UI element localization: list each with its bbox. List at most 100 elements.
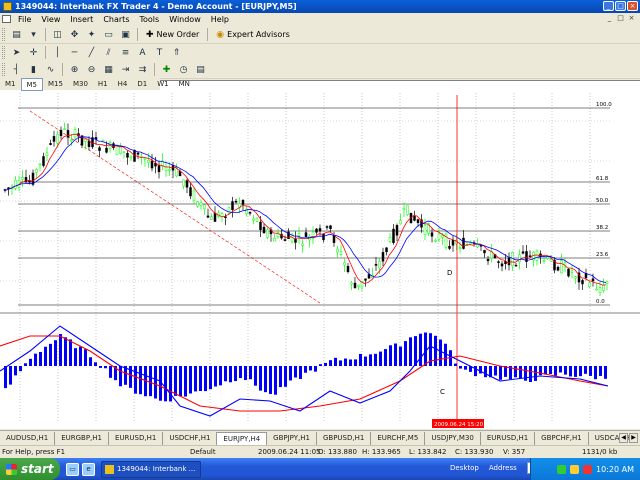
taskbar: start ▭ e 1349044: Interbank ... Desktop… xyxy=(0,458,640,480)
close-button[interactable]: × xyxy=(627,1,638,11)
arrows-icon[interactable]: ⇑ xyxy=(169,46,184,60)
bar-chart-icon[interactable]: ┤ xyxy=(9,63,24,77)
quick-launch-browser-icon[interactable]: e xyxy=(82,462,95,476)
candlestick-icon[interactable]: ▮ xyxy=(26,63,41,77)
channel-icon[interactable]: ⫽ xyxy=(101,46,116,60)
tab-usdjpy-m30[interactable]: USDJPY,M30 xyxy=(425,432,481,445)
timeframe-h4-button[interactable]: H4 xyxy=(113,78,133,91)
taskbar-task-mt4[interactable]: 1349044: Interbank ... xyxy=(101,460,201,478)
cursor-icon[interactable]: ➤ xyxy=(9,46,24,60)
histogram-bar xyxy=(19,366,22,372)
toolbar-grip[interactable] xyxy=(2,28,5,41)
mdi-close-button[interactable]: × xyxy=(627,14,636,23)
histogram-bar xyxy=(349,359,352,366)
tab-usdchf-h1[interactable]: USDCHF,H1 xyxy=(163,432,218,445)
chart-shift-icon[interactable]: ⇥ xyxy=(118,63,133,77)
profiles-icon[interactable]: ▾ xyxy=(26,28,41,42)
status-high: H: 133.965 xyxy=(362,448,401,456)
terminal-icon[interactable]: ▭ xyxy=(101,28,116,42)
fibonacci-icon[interactable]: ≡ xyxy=(118,46,133,60)
menu-view[interactable]: View xyxy=(36,15,65,24)
tab-scroll-left-icon[interactable]: ◀ xyxy=(619,433,628,443)
tab-audusd-h1[interactable]: AUDUSD,H1 xyxy=(0,432,56,445)
menu-charts[interactable]: Charts xyxy=(98,15,134,24)
line-chart-icon[interactable]: ∿ xyxy=(43,63,58,77)
maximize-button[interactable]: □ xyxy=(615,1,626,11)
title-bar[interactable]: 1349044: Interbank FX Trader 4 - Demo Ac… xyxy=(0,0,640,13)
new-order-button[interactable]: ✚ New Order xyxy=(143,28,202,42)
toolbar-grip[interactable] xyxy=(2,46,5,59)
tab-eurgbp-h1[interactable]: EURGBP,H1 xyxy=(55,432,110,445)
tab-gbpusd-h1[interactable]: GBPUSD,H1 xyxy=(316,432,372,445)
menu-insert[interactable]: Insert xyxy=(65,15,98,24)
tab-scroll-right-icon[interactable]: ▶ xyxy=(629,433,638,443)
address-toolbar-label[interactable]: Address xyxy=(489,464,517,472)
candle-body xyxy=(255,217,259,222)
tab-eurjpy-h4[interactable]: EURJPY,H4 xyxy=(217,432,268,445)
menu-tools[interactable]: Tools xyxy=(134,15,164,24)
timeframe-d1-button[interactable]: D1 xyxy=(132,78,152,91)
tab-gbpjpy-h1[interactable]: GBPJPY,H1 xyxy=(267,432,317,445)
zoom-out-icon[interactable]: ⊖ xyxy=(84,63,99,77)
histogram-bar xyxy=(314,366,317,372)
chart-area[interactable]: 100.0 61.8 50.0 38.2 23.6 0.0 D C 2009.06.24 15:… xyxy=(0,80,640,429)
mdi-restore-button[interactable]: □ xyxy=(616,14,625,23)
histogram-bar xyxy=(544,366,547,375)
timeframe-mn-button[interactable]: MN xyxy=(174,78,195,91)
mdi-minimize-button[interactable]: _ xyxy=(605,14,614,23)
candle-body xyxy=(346,266,350,272)
timeframe-m30-button[interactable]: M30 xyxy=(68,78,93,91)
periods-icon[interactable]: ◷ xyxy=(176,63,191,77)
quick-launch-desktop-icon[interactable]: ▭ xyxy=(66,462,79,476)
expert-advisors-button[interactable]: ◉ Expert Advisors xyxy=(213,28,293,42)
start-button[interactable]: start xyxy=(0,458,60,480)
new-chart-icon[interactable]: ▤ xyxy=(9,28,24,42)
timeframe-m5-button[interactable]: M5 xyxy=(20,77,43,91)
autoscroll-icon[interactable]: ⇉ xyxy=(135,63,150,77)
toolbar-grip[interactable] xyxy=(2,63,5,76)
timeframe-h1-button[interactable]: H1 xyxy=(93,78,113,91)
tray-network-icon[interactable] xyxy=(557,464,567,474)
data-window-icon[interactable]: ✥ xyxy=(67,28,82,42)
tray-volume-icon[interactable] xyxy=(570,464,580,474)
candle-body xyxy=(182,179,185,187)
tester-icon[interactable]: ▣ xyxy=(118,28,133,42)
templates-icon[interactable]: ▤ xyxy=(193,63,208,77)
crosshair-icon[interactable]: ✛ xyxy=(26,46,41,60)
menu-help[interactable]: Help xyxy=(206,15,234,24)
candle-body xyxy=(301,243,304,246)
timeframe-w1-button[interactable]: W1 xyxy=(152,78,173,91)
tab-eurchf-m5[interactable]: EURCHF,M5 xyxy=(371,432,426,445)
tile-windows-icon[interactable]: ▦ xyxy=(101,63,116,77)
histogram-bar xyxy=(164,366,167,402)
trendline-icon[interactable]: ╱ xyxy=(84,46,99,60)
timeframe-m1-button[interactable]: M1 xyxy=(0,78,21,91)
text-icon[interactable]: A xyxy=(135,46,150,60)
candle-body xyxy=(395,225,399,236)
tab-gbpchf-h1[interactable]: GBPCHF,H1 xyxy=(535,432,589,445)
tab-eurusd-h1[interactable]: EURUSD,H1 xyxy=(109,432,164,445)
app-icon[interactable] xyxy=(3,2,12,11)
timeframe-m15-button[interactable]: M15 xyxy=(43,78,68,91)
histogram-bar xyxy=(494,366,497,376)
candle-body xyxy=(87,140,91,147)
label-icon[interactable]: T xyxy=(152,46,167,60)
candle-body xyxy=(196,201,199,207)
chart-canvas[interactable]: 100.0 61.8 50.0 38.2 23.6 0.0 D C 2009.06.24 15:… xyxy=(0,81,640,430)
chart-document-icon[interactable] xyxy=(2,15,11,23)
histogram-bar xyxy=(484,366,487,378)
horizontal-line-icon[interactable]: ─ xyxy=(67,46,82,60)
minimize-button[interactable]: _ xyxy=(603,1,614,11)
histogram-bar xyxy=(389,345,392,366)
tray-security-icon[interactable] xyxy=(583,464,593,474)
desktop-toolbar-label[interactable]: Desktop xyxy=(450,464,479,472)
tab-eurusd-h1-2[interactable]: EURUSD,H1 xyxy=(480,432,536,445)
histogram-bar xyxy=(434,335,437,366)
menu-file[interactable]: File xyxy=(13,15,36,24)
vertical-line-icon[interactable]: │ xyxy=(50,46,65,60)
navigator-icon[interactable]: ✦ xyxy=(84,28,99,42)
market-watch-icon[interactable]: ◫ xyxy=(50,28,65,42)
menu-window[interactable]: Window xyxy=(164,15,206,24)
zoom-in-icon[interactable]: ⊕ xyxy=(67,63,82,77)
indicators-icon[interactable]: ✚ xyxy=(159,63,174,77)
